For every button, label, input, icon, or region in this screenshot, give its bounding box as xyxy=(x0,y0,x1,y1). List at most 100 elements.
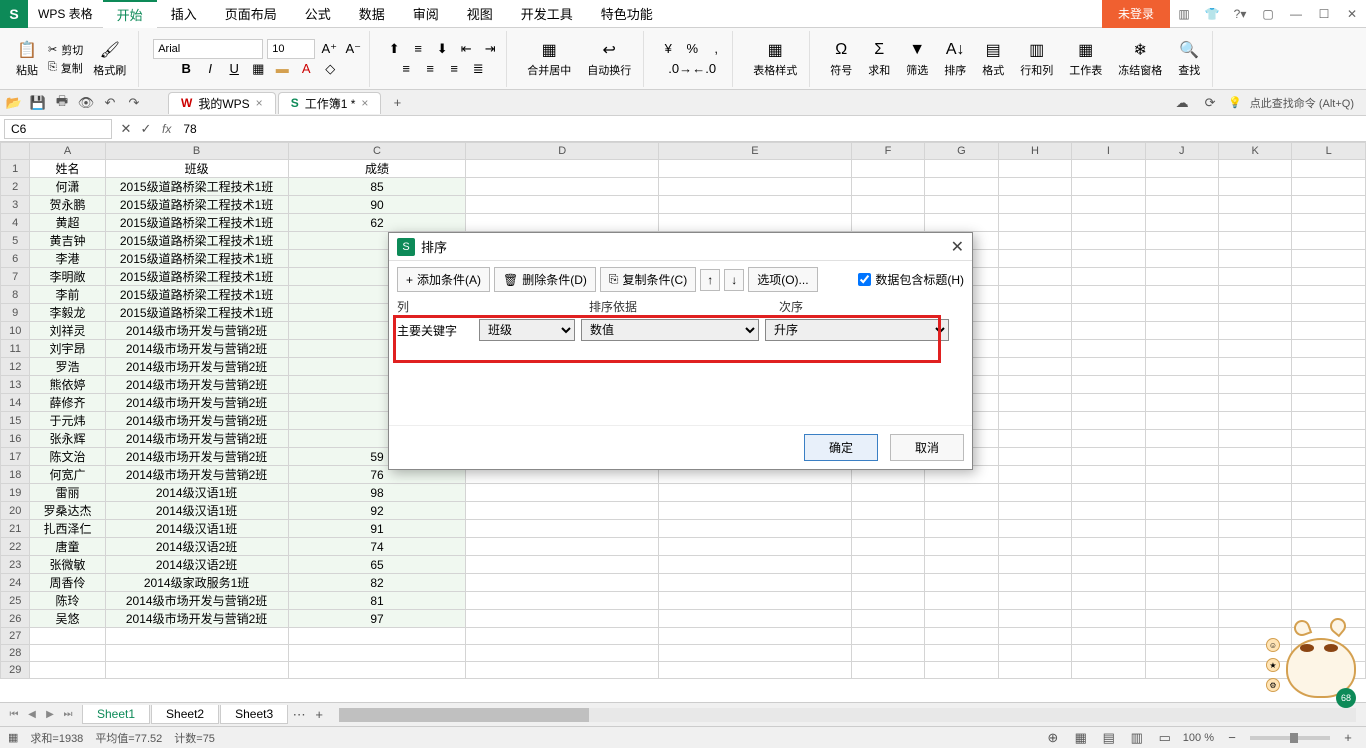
cell-J19[interactable] xyxy=(1145,484,1218,502)
cell-B9[interactable]: 2015级道路桥梁工程技术1班 xyxy=(105,304,288,322)
cell-C27[interactable] xyxy=(288,628,466,645)
prev-sheet-icon[interactable]: ◀ xyxy=(24,707,40,723)
align-center-button[interactable]: ≡ xyxy=(420,59,440,79)
cell-L2[interactable] xyxy=(1292,178,1366,196)
cell-L11[interactable] xyxy=(1292,340,1366,358)
cell-B14[interactable]: 2014级市场开发与营销2班 xyxy=(105,394,288,412)
cell-B29[interactable] xyxy=(105,662,288,679)
cell-K14[interactable] xyxy=(1218,394,1291,412)
cell-E27[interactable] xyxy=(659,628,852,645)
cell-H20[interactable] xyxy=(998,502,1072,520)
col-header-H[interactable]: H xyxy=(998,143,1072,160)
cell-K13[interactable] xyxy=(1218,376,1291,394)
cell-I10[interactable] xyxy=(1072,322,1145,340)
cell-J29[interactable] xyxy=(1145,662,1218,679)
cell-D26[interactable] xyxy=(466,610,659,628)
font-select[interactable] xyxy=(153,39,263,59)
cell-E24[interactable] xyxy=(659,574,852,592)
comma-button[interactable]: , xyxy=(706,39,726,59)
cell-L4[interactable] xyxy=(1292,214,1366,232)
percent-button[interactable]: % xyxy=(682,39,702,59)
cell-A18[interactable]: 何宽广 xyxy=(30,466,105,484)
cell-K20[interactable] xyxy=(1218,502,1291,520)
name-box[interactable]: C6 xyxy=(4,119,112,139)
justify-button[interactable]: ≣ xyxy=(468,59,488,79)
menu-tab-1[interactable]: 插入 xyxy=(157,0,211,28)
cell-I20[interactable] xyxy=(1072,502,1145,520)
cell-E22[interactable] xyxy=(659,538,852,556)
cell-J1[interactable] xyxy=(1145,160,1218,178)
cell-F28[interactable] xyxy=(851,645,924,662)
wrap-text-button[interactable]: ↩自动换行 xyxy=(581,38,637,80)
cell-G2[interactable] xyxy=(925,178,999,196)
cell-B13[interactable]: 2014级市场开发与营销2班 xyxy=(105,376,288,394)
cell-E29[interactable] xyxy=(659,662,852,679)
decrease-decimal-button[interactable]: ←.0 xyxy=(694,59,714,79)
cell-G4[interactable] xyxy=(925,214,999,232)
redo-icon[interactable]: ↷ xyxy=(124,93,144,113)
cell-L24[interactable] xyxy=(1292,574,1366,592)
cell-A23[interactable]: 张微敏 xyxy=(30,556,105,574)
cell-A26[interactable]: 吴悠 xyxy=(30,610,105,628)
restore-icon[interactable]: ▢ xyxy=(1254,0,1282,28)
cell-I27[interactable] xyxy=(1072,628,1145,645)
sheet-tab-Sheet3[interactable]: Sheet3 xyxy=(220,705,288,724)
cell-C21[interactable]: 91 xyxy=(288,520,466,538)
zoom-out-icon[interactable]: − xyxy=(1222,728,1242,748)
add-condition-button[interactable]: +添加条件(A) xyxy=(397,267,490,292)
cell-L6[interactable] xyxy=(1292,250,1366,268)
cell-D1[interactable] xyxy=(466,160,659,178)
view-break-icon[interactable]: ▥ xyxy=(1127,728,1147,748)
cell-K21[interactable] xyxy=(1218,520,1291,538)
cell-B19[interactable]: 2014级汉语1班 xyxy=(105,484,288,502)
cell-E20[interactable] xyxy=(659,502,852,520)
reading-icon[interactable]: ▭ xyxy=(1155,728,1175,748)
cell-K25[interactable] xyxy=(1218,592,1291,610)
cell-A29[interactable] xyxy=(30,662,105,679)
cell-H28[interactable] xyxy=(998,645,1072,662)
horizontal-scrollbar[interactable] xyxy=(339,708,1356,722)
cell-A10[interactable]: 刘祥灵 xyxy=(30,322,105,340)
table-style-button[interactable]: ▦表格样式 xyxy=(747,38,803,80)
underline-button[interactable]: U xyxy=(224,59,244,79)
cell-G25[interactable] xyxy=(925,592,999,610)
menu-tab-4[interactable]: 数据 xyxy=(345,0,399,28)
cell-J3[interactable] xyxy=(1145,196,1218,214)
save-icon[interactable]: 💾 xyxy=(28,93,48,113)
cloud-icon[interactable]: ☁ xyxy=(1172,93,1192,113)
cell-H17[interactable] xyxy=(998,448,1072,466)
cell-F2[interactable] xyxy=(851,178,924,196)
cell-C29[interactable] xyxy=(288,662,466,679)
add-tab-icon[interactable]: + xyxy=(387,93,407,113)
cell-I6[interactable] xyxy=(1072,250,1145,268)
cell-A17[interactable]: 陈文治 xyxy=(30,448,105,466)
cell-D28[interactable] xyxy=(466,645,659,662)
zoom-slider[interactable] xyxy=(1250,736,1330,740)
cell-J26[interactable] xyxy=(1145,610,1218,628)
cell-I9[interactable] xyxy=(1072,304,1145,322)
cell-G29[interactable] xyxy=(925,662,999,679)
cell-D22[interactable] xyxy=(466,538,659,556)
cell-J2[interactable] xyxy=(1145,178,1218,196)
sort-basis-select[interactable]: 数值 xyxy=(581,319,759,341)
cell-F20[interactable] xyxy=(851,502,924,520)
sort-button[interactable]: A↓排序 xyxy=(938,38,972,80)
align-top-button[interactable]: ⬆ xyxy=(384,39,404,59)
currency-button[interactable]: ¥ xyxy=(658,39,678,59)
cell-F19[interactable] xyxy=(851,484,924,502)
cell-J17[interactable] xyxy=(1145,448,1218,466)
sheet-tab-Sheet1[interactable]: Sheet1 xyxy=(82,705,150,724)
cell-E21[interactable] xyxy=(659,520,852,538)
next-sheet-icon[interactable]: ▶ xyxy=(42,707,58,723)
cell-B26[interactable]: 2014级市场开发与营销2班 xyxy=(105,610,288,628)
cell-A16[interactable]: 张永辉 xyxy=(30,430,105,448)
menu-tab-2[interactable]: 页面布局 xyxy=(211,0,291,28)
cell-K24[interactable] xyxy=(1218,574,1291,592)
add-sheet-icon[interactable]: + xyxy=(309,705,329,725)
menu-tab-8[interactable]: 特色功能 xyxy=(587,0,667,28)
cell-J16[interactable] xyxy=(1145,430,1218,448)
cell-G24[interactable] xyxy=(925,574,999,592)
copy-condition-button[interactable]: ⎘复制条件(C) xyxy=(600,267,696,292)
cell-I24[interactable] xyxy=(1072,574,1145,592)
cell-G28[interactable] xyxy=(925,645,999,662)
